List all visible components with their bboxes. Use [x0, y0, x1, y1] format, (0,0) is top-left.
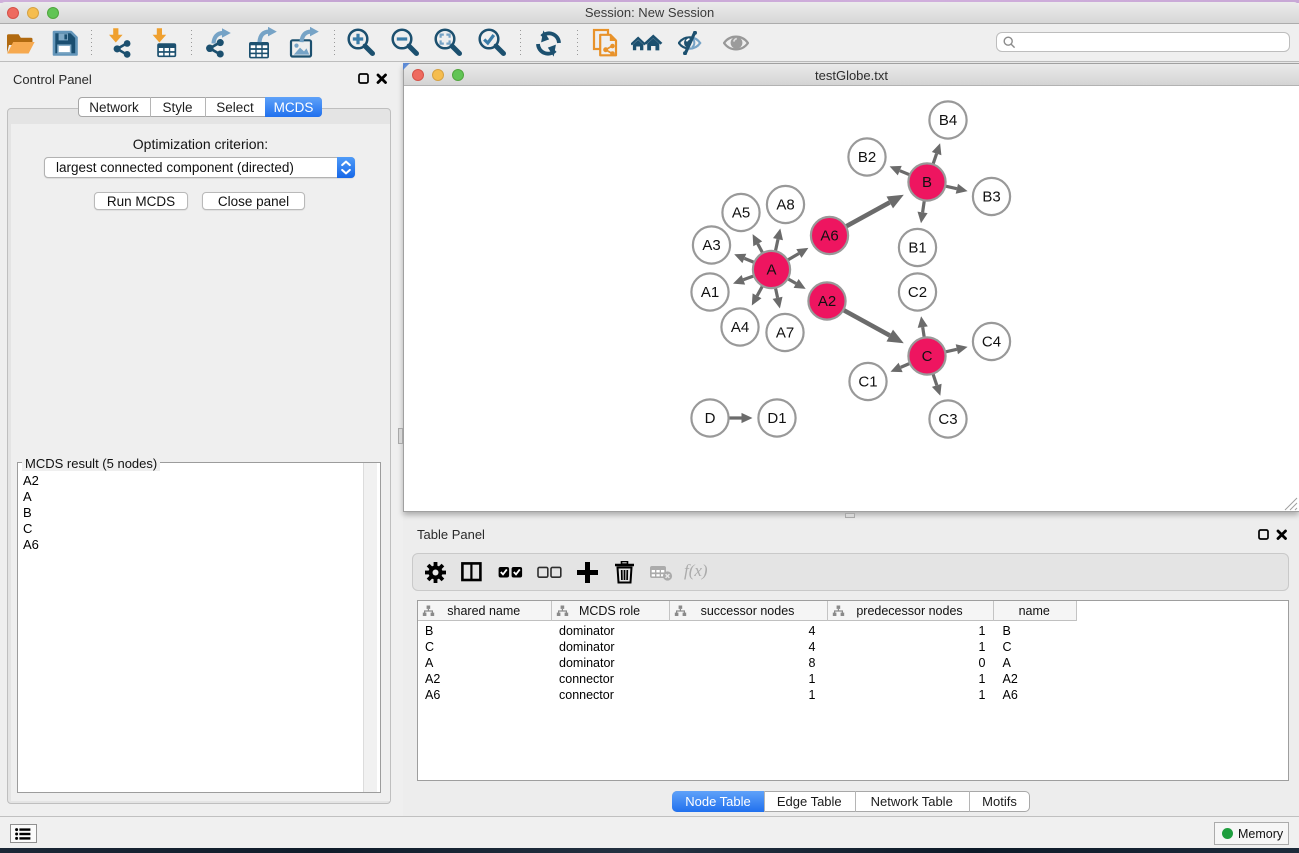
- svg-text:A8: A8: [776, 197, 794, 214]
- svg-text:C1: C1: [858, 374, 877, 391]
- svg-text:A1: A1: [701, 284, 719, 301]
- svg-text:B4: B4: [939, 112, 957, 129]
- svg-text:A5: A5: [732, 205, 750, 222]
- svg-text:B3: B3: [982, 189, 1000, 206]
- svg-text:C2: C2: [908, 284, 927, 301]
- svg-text:B2: B2: [858, 149, 876, 166]
- svg-text:A4: A4: [731, 319, 749, 336]
- svg-text:A3: A3: [702, 237, 720, 254]
- svg-text:C: C: [922, 348, 933, 365]
- svg-text:C3: C3: [938, 411, 957, 428]
- svg-text:B1: B1: [908, 240, 926, 257]
- svg-text:A2: A2: [818, 293, 836, 310]
- svg-text:C4: C4: [982, 334, 1001, 351]
- svg-text:A: A: [766, 262, 776, 279]
- svg-text:A7: A7: [776, 325, 794, 342]
- svg-text:D1: D1: [767, 410, 786, 427]
- svg-text:D: D: [705, 410, 716, 427]
- svg-text:A6: A6: [820, 228, 838, 245]
- svg-text:B: B: [922, 174, 932, 191]
